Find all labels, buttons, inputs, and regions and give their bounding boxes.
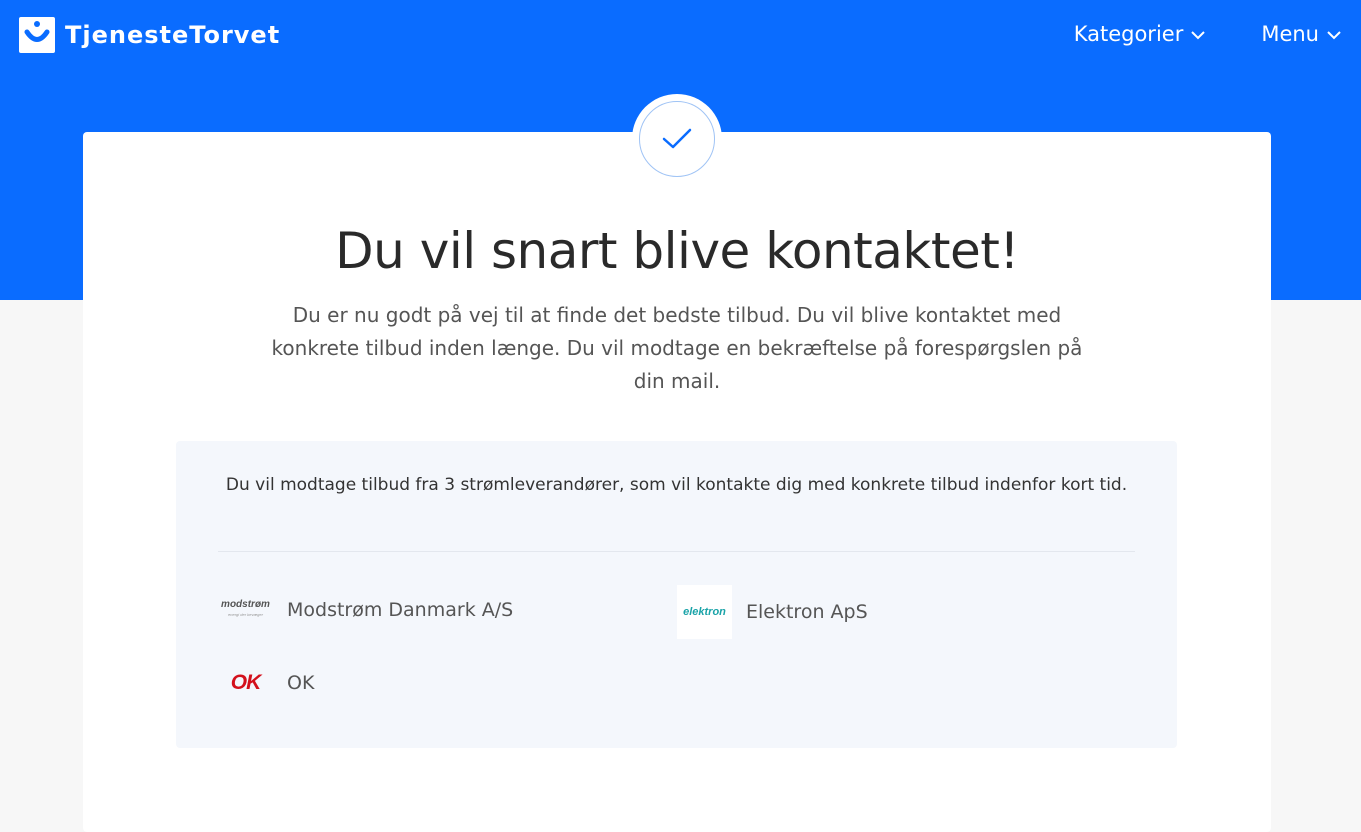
supplier-item: elektron Elektron ApS (677, 585, 868, 639)
nav-kategorier-dropdown[interactable]: Kategorier (1074, 22, 1206, 46)
suppliers-panel: Du vil modtage tilbud fra 3 strømleveran… (176, 441, 1177, 748)
ok-logo-text: OK (230, 671, 261, 694)
top-navigation-bar: TjenesteTorvet Kategorier Menu (0, 0, 1361, 70)
modstrom-logo: modstrøm energi der bevæger (218, 583, 273, 637)
supplier-item: OK OK (218, 656, 315, 710)
supplier-name: Modstrøm Danmark A/S (287, 599, 514, 621)
elektron-logo: elektron (677, 585, 732, 639)
modstrom-logo-subtext: energi der bevæger (228, 612, 263, 617)
confirmation-message: Du er nu godt på vej til at finde det be… (271, 303, 1083, 393)
nav-kategorier-label: Kategorier (1073, 22, 1184, 46)
supplier-item: modstrøm energi der bevæger Modstrøm Dan… (218, 583, 513, 637)
supplier-name: OK (287, 672, 315, 694)
checkmark-icon (662, 128, 692, 149)
elektron-logo-text: elektron (683, 606, 726, 618)
nav-menu-dropdown[interactable]: Menu (1261, 22, 1341, 46)
ok-logo: OK (218, 656, 273, 710)
brand-logo[interactable]: TjenesteTorvet (19, 17, 280, 53)
brand-name: TjenesteTorvet (65, 21, 281, 49)
modstrom-logo-text: modstrøm (221, 599, 270, 610)
chevron-down-icon (1327, 30, 1341, 39)
suppliers-intro: Du vil modtage tilbud fra 3 strømleveran… (225, 475, 1128, 495)
smiley-logo-icon (19, 17, 55, 53)
divider (218, 551, 1135, 552)
main-nav: Kategorier Menu (1074, 22, 1341, 46)
success-badge (632, 94, 722, 184)
supplier-name: Elektron ApS (746, 601, 868, 623)
nav-menu-label: Menu (1261, 22, 1319, 46)
chevron-down-icon (1191, 30, 1206, 39)
confirmation-title: Du vil snart blive kontaktet! (335, 222, 1019, 280)
